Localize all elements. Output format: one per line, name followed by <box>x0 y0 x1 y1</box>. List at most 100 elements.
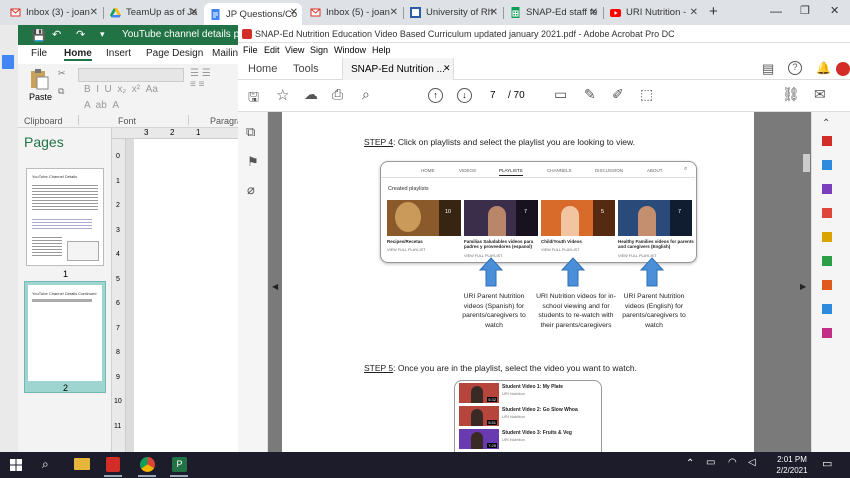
thumb2-title: YouTube Channel Details Continued <box>32 291 97 296</box>
menu-file[interactable]: File <box>31 48 47 59</box>
page-number-input[interactable]: 7 <box>490 90 496 101</box>
menu-insert[interactable]: Insert <box>106 48 131 59</box>
tool-icon[interactable] <box>822 160 832 170</box>
tool-icon[interactable] <box>822 304 832 314</box>
redo-icon[interactable]: ↷ <box>76 28 85 41</box>
wifi-icon[interactable]: ◠ <box>728 457 737 468</box>
page-up-icon[interactable]: ↑ <box>428 88 443 103</box>
link-icon[interactable]: ⛓ <box>782 86 800 103</box>
highlight-pen-icon[interactable]: ✎ <box>584 86 596 103</box>
browser-tab-active[interactable]: JP Questions/Co ✕ <box>204 3 302 25</box>
menu-sign[interactable]: Sign <box>310 45 328 55</box>
file-explorer-icon[interactable] <box>74 458 90 470</box>
scroll-up-icon[interactable]: ⌃ <box>822 118 830 129</box>
close-tab-icon[interactable]: ✕ <box>390 7 398 18</box>
chrome-icon[interactable] <box>140 457 155 472</box>
browser-tab[interactable]: SNAP-Ed staff fe ✕ <box>504 3 602 22</box>
close-tab-icon[interactable]: ✕ <box>443 63 451 74</box>
playlist-count: 7 <box>678 209 682 215</box>
battery-icon[interactable]: ▭ <box>706 457 715 468</box>
upload-cloud-icon[interactable]: ☁ <box>304 86 318 103</box>
pages-pane: Pages YouTube Channel Details 1 YouTube … <box>18 128 112 452</box>
page-down-icon[interactable]: ↓ <box>457 88 472 103</box>
draw-icon[interactable]: ✐ <box>612 86 624 103</box>
cut-icon[interactable]: ✂ <box>58 68 66 79</box>
print-icon[interactable]: ⎙ <box>332 86 343 103</box>
ruler-tick: 10 <box>114 398 122 405</box>
tool-icon[interactable] <box>822 136 832 146</box>
tab-document[interactable]: SNAP-Ed Nutrition ... ✕ <box>342 58 454 80</box>
collapse-right-icon[interactable]: ▶ <box>800 282 806 291</box>
acrobat-taskbar-icon[interactable] <box>106 457 120 472</box>
save-icon[interactable]: 💾 <box>32 29 46 42</box>
paste-icon[interactable] <box>28 68 50 90</box>
browser-tab[interactable]: University of Rh ✕ <box>404 3 502 22</box>
tool-icon[interactable] <box>822 184 832 194</box>
windows-start-icon[interactable] <box>10 459 22 471</box>
avatar[interactable] <box>836 62 850 76</box>
stamp-icon[interactable]: ⬚ <box>640 86 653 103</box>
font-name-box[interactable] <box>78 68 184 82</box>
tool-icon[interactable] <box>822 280 832 290</box>
scrollbar-thumb[interactable] <box>803 154 810 172</box>
tab-home[interactable]: Home <box>248 63 277 75</box>
browser-tab[interactable]: URI Nutrition - ✕ <box>604 3 702 22</box>
collapse-left-icon[interactable]: ◀ <box>272 282 278 291</box>
show-hidden-icons[interactable]: ⌃ <box>686 458 694 469</box>
tab-tools[interactable]: Tools <box>293 63 319 75</box>
notifications-icon[interactable]: ▭ <box>822 457 832 470</box>
browser-tab[interactable]: Inbox (5) - joan ✕ <box>304 3 402 22</box>
comment-icon[interactable]: ▤ <box>762 61 774 77</box>
publisher-canvas[interactable] <box>126 139 240 452</box>
close-window-icon[interactable]: ✕ <box>830 4 839 17</box>
publisher-taskbar-icon[interactable]: P <box>172 457 187 472</box>
search-icon: ⌕ <box>684 166 688 172</box>
close-tab-icon[interactable]: ✕ <box>490 7 498 18</box>
acrobat-right-panel: ⌃ <box>803 112 850 452</box>
tool-icon[interactable] <box>822 256 832 266</box>
close-tab-icon[interactable]: ✕ <box>90 7 98 18</box>
clock-date[interactable]: 2/2/2021 <box>770 466 814 475</box>
undo-icon[interactable]: ↶ <box>52 28 61 41</box>
page-thumbnail-1[interactable]: YouTube Channel Details <box>26 168 104 266</box>
copy-icon[interactable]: ⧉ <box>58 86 64 97</box>
paragraph-buttons[interactable]: ☰ ☰ ≡ ≡ <box>190 68 238 108</box>
clock-time[interactable]: 2:01 PM <box>770 455 814 464</box>
search-icon[interactable]: ⌕ <box>42 457 49 472</box>
menu-home[interactable]: Home <box>64 48 92 61</box>
tool-icon[interactable] <box>822 208 832 218</box>
menu-window[interactable]: Window <box>334 45 366 55</box>
mail-icon[interactable]: ✉ <box>814 86 826 103</box>
menu-edit[interactable]: Edit <box>264 45 280 55</box>
menu-help[interactable]: Help <box>372 45 391 55</box>
bookmarks-icon[interactable]: ⚑ <box>247 154 259 170</box>
font-format-buttons[interactable]: B I U x₂ x² Aa <box>84 84 158 95</box>
browser-tab[interactable]: TeamUp as of Ja ✕ <box>104 3 202 22</box>
help-icon[interactable]: ? <box>788 61 802 75</box>
browser-tab[interactable]: Inbox (3) - joan ✕ <box>4 3 102 22</box>
menu-mailings[interactable]: Mailin <box>212 48 238 59</box>
font-color-buttons[interactable]: A ab A <box>84 100 119 111</box>
volume-icon[interactable]: ◁ <box>748 457 756 468</box>
notification-bell-icon[interactable]: 🔔 <box>816 61 831 75</box>
bookmark-star-icon[interactable]: ☆ <box>276 86 289 104</box>
new-tab-button[interactable]: + <box>709 3 718 20</box>
comment-tool-icon[interactable]: ▭ <box>554 86 567 103</box>
menu-file[interactable]: File <box>243 45 258 55</box>
close-tab-icon[interactable]: ✕ <box>590 7 598 18</box>
customize-icon[interactable]: ▾ <box>100 29 105 40</box>
tool-icon[interactable] <box>822 232 832 242</box>
tool-icon[interactable] <box>822 328 832 338</box>
restore-icon[interactable]: ❐ <box>800 4 810 17</box>
minimize-icon[interactable]: — <box>770 4 782 18</box>
page-thumbnails-icon[interactable]: ⧉ <box>246 124 255 140</box>
close-tab-icon[interactable]: ✕ <box>690 7 698 18</box>
zoom-search-icon[interactable]: ⌕ <box>362 86 370 103</box>
close-tab-icon[interactable]: ✕ <box>290 7 298 18</box>
page-thumbnail-2-selected[interactable]: YouTube Channel Details Continued 2 <box>24 281 106 393</box>
save-icon[interactable]: 🖫 <box>248 88 259 110</box>
menu-view[interactable]: View <box>285 45 304 55</box>
menu-page-design[interactable]: Page Design <box>146 48 203 59</box>
close-tab-icon[interactable]: ✕ <box>190 7 198 18</box>
attachments-icon[interactable]: ⌀ <box>247 182 255 198</box>
